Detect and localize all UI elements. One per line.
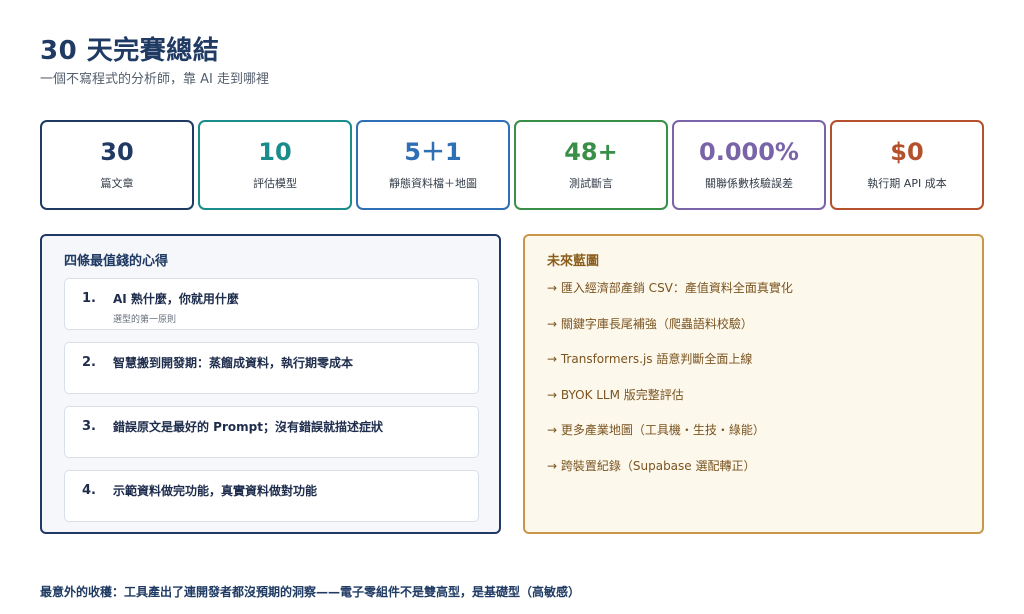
insight-number: 2. (82, 355, 96, 370)
stat-card-data-files: 5＋1 靜態資料檔＋地圖 (356, 120, 510, 210)
insight-number: 3. (82, 419, 96, 434)
insight-item: 4. 示範資料做完功能，真實資料做對功能 (64, 470, 479, 522)
stat-value: 48+ (564, 137, 618, 166)
insight-number: 1. (82, 291, 96, 306)
roadmap-item: → Transformers.js 語意判斷全面上線 (547, 352, 753, 366)
roadmap-title: 未來藍圖 (547, 254, 600, 269)
page-title: 30 天完賽總結 (40, 36, 220, 66)
stat-value: 30 (100, 137, 134, 166)
roadmap-item: → 關鍵字庫長尾補強（爬蟲語料校驗） (547, 316, 753, 331)
stat-value: 5＋1 (404, 137, 462, 166)
page-subtitle: 一個不寫程式的分析師，靠 AI 走到哪裡 (40, 72, 269, 87)
stat-card-correlation-error: 0.000% 關聯係數核驗誤差 (672, 120, 826, 210)
stat-card-models: 10 評估模型 (198, 120, 352, 210)
insight-text: 示範資料做完功能，真實資料做對功能 (113, 484, 318, 498)
stat-label: 測試斷言 (569, 177, 613, 191)
insights-panel: 四條最值錢的心得 1. AI 熟什麼，你就用什麼 選型的第一原則 2. 智慧搬到… (40, 234, 501, 534)
stat-label: 評估模型 (253, 177, 297, 191)
roadmap-item: → 跨裝置紀錄（Supabase 選配轉正） (547, 458, 756, 473)
insight-text: AI 熟什麼，你就用什麼 (113, 292, 239, 306)
stat-label: 關聯係數核驗誤差 (705, 177, 793, 191)
stat-card-api-cost: $0 執行期 API 成本 (830, 120, 984, 210)
footer-insight: 最意外的收穫：工具產出了連開發者都沒預期的洞察——電子零組件不是雙高型，是基礎型… (40, 585, 581, 599)
insight-item: 2. 智慧搬到開發期：蒸餾成資料，執行期零成本 (64, 342, 479, 394)
insights-title: 四條最值錢的心得 (64, 254, 169, 269)
stat-value: $0 (890, 137, 924, 166)
stat-value: 10 (258, 137, 292, 166)
insight-item: 1. AI 熟什麼，你就用什麼 選型的第一原則 (64, 278, 479, 330)
insight-subtext: 選型的第一原則 (113, 315, 177, 325)
roadmap-list: → 匯入經濟部產銷 CSV：產值資料全面真實化 → 關鍵字庫長尾補強（爬蟲語料校… (547, 280, 793, 493)
stat-card-articles: 30 篇文章 (40, 120, 194, 210)
stat-label: 篇文章 (100, 177, 134, 191)
insight-text: 智慧搬到開發期：蒸餾成資料，執行期零成本 (113, 356, 354, 370)
stat-card-tests: 48+ 測試斷言 (514, 120, 668, 210)
roadmap-panel: 未來藍圖 → 匯入經濟部產銷 CSV：產值資料全面真實化 → 關鍵字庫長尾補強（… (523, 234, 984, 534)
stat-label: 執行期 API 成本 (867, 177, 947, 191)
insight-number: 4. (82, 483, 96, 498)
roadmap-item: → 匯入經濟部產銷 CSV：產值資料全面真實化 (547, 281, 793, 295)
roadmap-item: → 更多產業地圖（工具機・生技・綠能） (547, 423, 765, 437)
stat-value: 0.000% (699, 137, 799, 166)
stats-row: 30 篇文章 10 評估模型 5＋1 靜態資料檔＋地圖 48+ 測試斷言 0.0… (40, 120, 984, 210)
insight-text: 錯誤原文是最好的 Prompt；沒有錯誤就描述症狀 (113, 420, 383, 434)
insight-item: 3. 錯誤原文是最好的 Prompt；沒有錯誤就描述症狀 (64, 406, 479, 458)
stat-label: 靜態資料檔＋地圖 (389, 177, 477, 191)
roadmap-item: → BYOK LLM 版完整評估 (547, 387, 684, 402)
